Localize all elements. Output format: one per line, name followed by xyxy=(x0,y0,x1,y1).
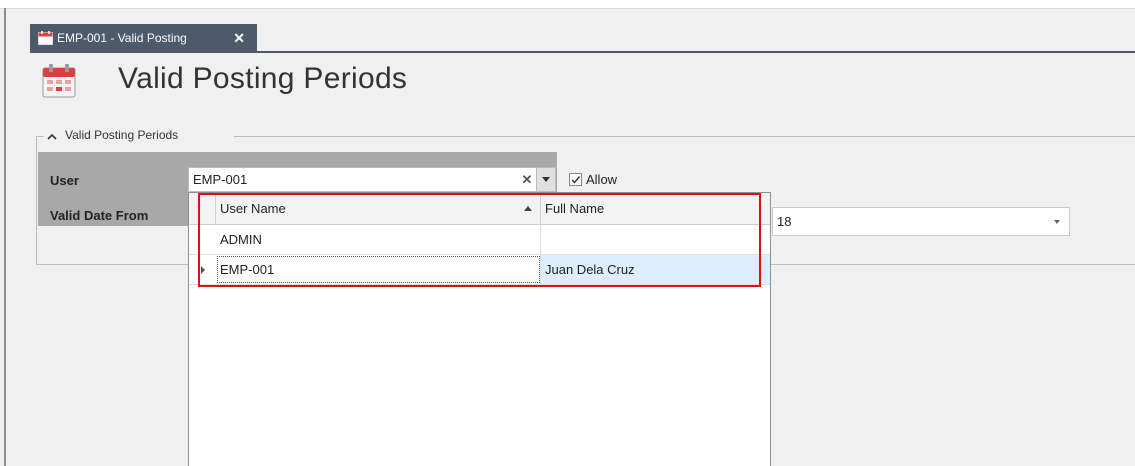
dropdown-button[interactable] xyxy=(1045,219,1069,224)
user-lookup-popup[interactable]: User Name Full Name ADMIN EMP-001 Juan D… xyxy=(188,192,771,466)
group-frame xyxy=(36,136,37,264)
clear-icon[interactable]: ✕ xyxy=(518,172,536,188)
window-top-strip xyxy=(0,0,1135,9)
valid-date-from-label: Valid Date From xyxy=(50,208,149,223)
group-header-label: Valid Posting Periods xyxy=(65,128,179,142)
sort-ascending-icon xyxy=(524,206,532,211)
document-tab[interactable]: EMP-001 - Valid Posting ✕ xyxy=(30,24,257,52)
column-header-user-name[interactable]: User Name xyxy=(216,193,541,224)
column-header-label: User Name xyxy=(220,201,286,216)
chevron-up-icon[interactable] xyxy=(47,131,57,141)
user-combo-value[interactable]: EMP-001 xyxy=(189,172,518,187)
chevron-down-icon xyxy=(542,177,550,182)
cell-user-name[interactable]: EMP-001 xyxy=(216,255,541,284)
chevron-down-icon xyxy=(1054,219,1060,224)
valid-date-from-combo[interactable]: 18 xyxy=(772,207,1070,236)
group-frame xyxy=(234,136,1135,137)
window-left-border xyxy=(4,8,6,466)
cell-full-name[interactable]: Juan Dela Cruz xyxy=(541,255,770,284)
checkbox-icon[interactable] xyxy=(569,173,582,186)
allow-checkbox[interactable]: Allow xyxy=(569,172,617,187)
page-title: Valid Posting Periods xyxy=(118,62,408,95)
row-indicator xyxy=(189,225,216,254)
dropdown-button[interactable] xyxy=(536,168,555,191)
cell-full-name[interactable] xyxy=(541,225,770,254)
date-combo-value[interactable]: 18 xyxy=(773,214,1045,229)
calendar-icon xyxy=(42,64,76,98)
row-pointer-icon xyxy=(200,265,205,274)
calendar-icon xyxy=(38,31,53,45)
user-combo[interactable]: EMP-001 ✕ xyxy=(188,167,556,192)
close-icon[interactable]: ✕ xyxy=(233,30,245,47)
tab-strip-underline xyxy=(30,51,1135,53)
allow-label: Allow xyxy=(586,172,618,187)
table-row[interactable]: ADMIN xyxy=(189,225,770,255)
tab-label: EMP-001 - Valid Posting xyxy=(57,31,187,45)
column-header-full-name[interactable]: Full Name xyxy=(541,193,770,224)
column-header-label: Full Name xyxy=(545,201,605,216)
group-frame xyxy=(36,136,44,137)
cell-user-name[interactable]: ADMIN xyxy=(216,225,541,254)
user-label: User xyxy=(50,173,79,188)
table-row[interactable]: EMP-001 Juan Dela Cruz xyxy=(189,255,770,285)
grid-header: User Name Full Name xyxy=(189,193,770,225)
row-indicator-header xyxy=(189,193,216,224)
row-indicator xyxy=(189,255,216,284)
group-header[interactable]: Valid Posting Periods xyxy=(47,128,183,142)
